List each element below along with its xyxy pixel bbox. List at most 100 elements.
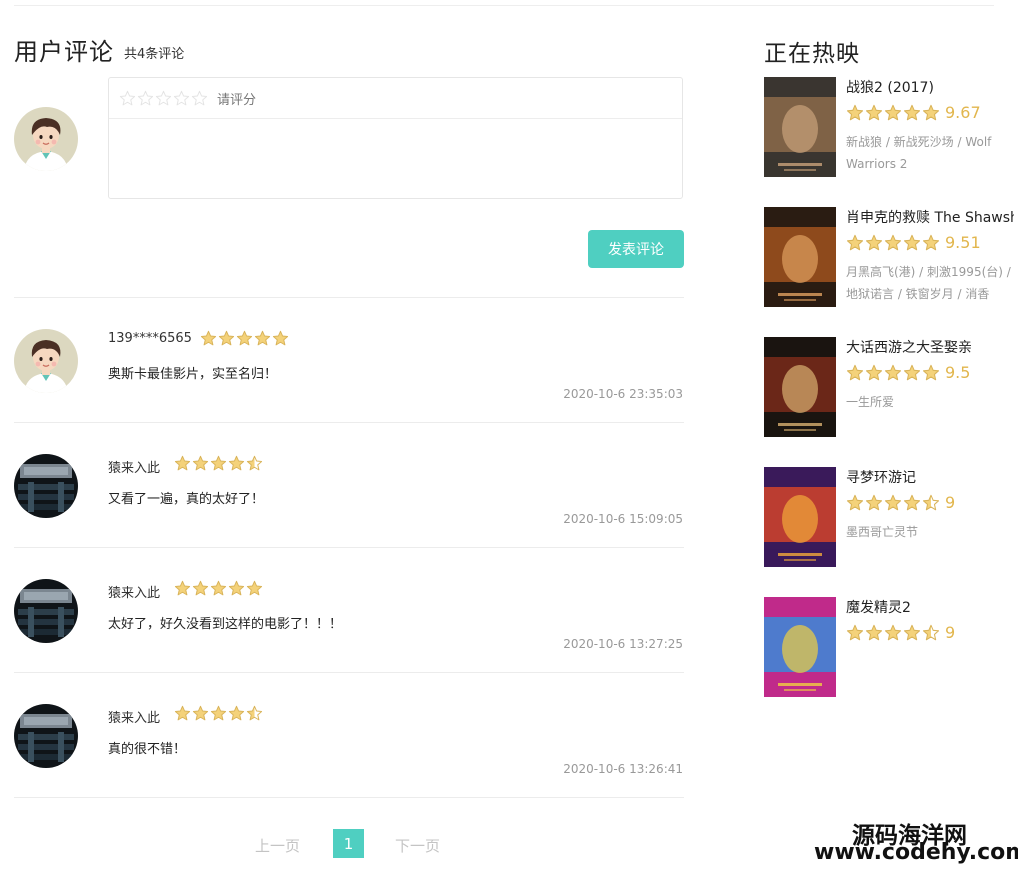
star-icon: [254, 330, 271, 346]
avatar-image: [14, 454, 78, 518]
star-icon: [865, 104, 883, 120]
movie-rating: 9: [846, 493, 955, 512]
comment-time: 2020-10-6 23:35:03: [563, 387, 683, 401]
editor-rating-row: 请评分: [109, 78, 682, 119]
movie-stars: [846, 624, 941, 642]
movie-stars: [846, 234, 941, 252]
movie-poster[interactable]: [764, 77, 836, 177]
movie-item[interactable]: 寻梦环游记 9 墨西哥亡灵节: [764, 467, 1014, 567]
star-icon: [846, 364, 864, 380]
top-divider: [14, 5, 994, 6]
comment-rating: [174, 455, 264, 472]
comment-username: 猿来入此: [108, 586, 161, 601]
avatar-image: [14, 704, 78, 768]
comment-username: 猿来入此: [108, 711, 161, 726]
movie-alias: 新战狼 / 新战死沙场 / Wolf Warriors 2: [846, 135, 992, 171]
movie-rating: 9: [846, 623, 955, 642]
movie-title[interactable]: 肖申克的救赎 The Shawshank Redemption: [846, 207, 1014, 227]
star-icon[interactable]: [173, 90, 190, 107]
divider: [14, 797, 684, 798]
submit-comment-button[interactable]: 发表评论: [588, 230, 684, 268]
star-icon: [922, 624, 940, 640]
star-icon: [846, 104, 864, 120]
star-icon: [846, 624, 864, 640]
movie-title[interactable]: 魔发精灵2: [846, 597, 1014, 617]
divider: [14, 422, 684, 423]
avatar-image: [14, 107, 78, 171]
movie-poster[interactable]: [764, 337, 836, 437]
movie-item[interactable]: 魔发精灵2 9: [764, 597, 1014, 697]
movie-title[interactable]: 战狼2 (2017): [846, 77, 1014, 97]
star-icon: [865, 494, 883, 510]
movie-alias: 一生所爱: [846, 395, 895, 409]
comments-title: 用户评论: [14, 38, 114, 66]
star-icon: [246, 455, 263, 471]
divider: [14, 672, 684, 673]
star-icon: [192, 705, 209, 721]
poster-image: [764, 597, 836, 697]
star-icon: [846, 494, 864, 510]
comment-time: 2020-10-6 13:26:41: [563, 762, 683, 776]
star-icon: [210, 705, 227, 721]
star-icon: [865, 624, 883, 640]
avatar-image: [14, 329, 78, 393]
movie-poster[interactable]: [764, 467, 836, 567]
star-icon: [922, 364, 940, 380]
star-icon[interactable]: [119, 90, 136, 107]
star-icon: [210, 455, 227, 471]
star-icon: [272, 330, 289, 346]
star-icon: [922, 104, 940, 120]
watermark-url: www.codehy.com: [814, 840, 1018, 865]
comment-text: 太好了，好久没看到这样的电影了！！！: [108, 617, 343, 632]
poster-image: [764, 77, 836, 177]
comment-editor[interactable]: 请评分: [108, 77, 683, 199]
movie-item[interactable]: 战狼2 (2017) 9.67 新战狼 / 新战死沙场 / Wolf Warri…: [764, 77, 1014, 177]
movie-item[interactable]: 大话西游之大圣娶亲 9.5 一生所爱: [764, 337, 1014, 437]
star-icon[interactable]: [137, 90, 154, 107]
comment-text: 奥斯卡最佳影片，实至名归！: [108, 367, 278, 382]
star-icon[interactable]: [155, 90, 172, 107]
comment-count: 共4条评论: [124, 47, 185, 62]
star-icon: [865, 234, 883, 250]
star-icon: [174, 455, 191, 471]
star-icon: [218, 330, 235, 346]
comment-time: 2020-10-6 13:27:25: [563, 637, 683, 651]
star-icon: [192, 580, 209, 596]
star-icon: [228, 580, 245, 596]
star-icon: [903, 624, 921, 640]
star-icon: [903, 234, 921, 250]
comment-time: 2020-10-6 15:09:05: [563, 512, 683, 526]
pagination: 上一页 1 下一页: [0, 829, 700, 859]
movie-poster[interactable]: [764, 207, 836, 307]
star-icon: [865, 364, 883, 380]
star-icon: [246, 705, 263, 721]
now-showing-title: 正在热映: [764, 41, 860, 67]
movie-stars: [846, 104, 941, 122]
movie-score: 9: [945, 623, 956, 642]
star-icon[interactable]: [191, 90, 208, 107]
star-icon: [903, 104, 921, 120]
poster-image: [764, 467, 836, 567]
movie-poster[interactable]: [764, 597, 836, 697]
comment-username: 139****6565: [108, 331, 192, 346]
star-icon: [884, 624, 902, 640]
star-icon: [884, 364, 902, 380]
movie-rating: 9.51: [846, 233, 981, 252]
movie-score: 9.51: [945, 233, 981, 252]
star-icon: [228, 705, 245, 721]
prev-page-link[interactable]: 上一页: [255, 835, 300, 856]
star-icon: [228, 455, 245, 471]
star-icon: [192, 455, 209, 471]
movie-item[interactable]: 肖申克的救赎 The Shawshank Redemption 9.51 月黑高…: [764, 207, 1014, 307]
star-icon: [210, 580, 227, 596]
movie-score: 9.5: [945, 363, 971, 382]
star-icon: [846, 234, 864, 250]
movie-title[interactable]: 寻梦环游记: [846, 467, 1014, 487]
next-page-link[interactable]: 下一页: [395, 835, 440, 856]
divider: [14, 297, 684, 298]
page-number-current[interactable]: 1: [333, 829, 364, 858]
rating-input[interactable]: [119, 90, 209, 107]
rating-hint: 请评分: [217, 92, 257, 108]
movie-title[interactable]: 大话西游之大圣娶亲: [846, 337, 1014, 357]
comment-text: 又看了一遍，真的太好了！: [108, 492, 265, 507]
